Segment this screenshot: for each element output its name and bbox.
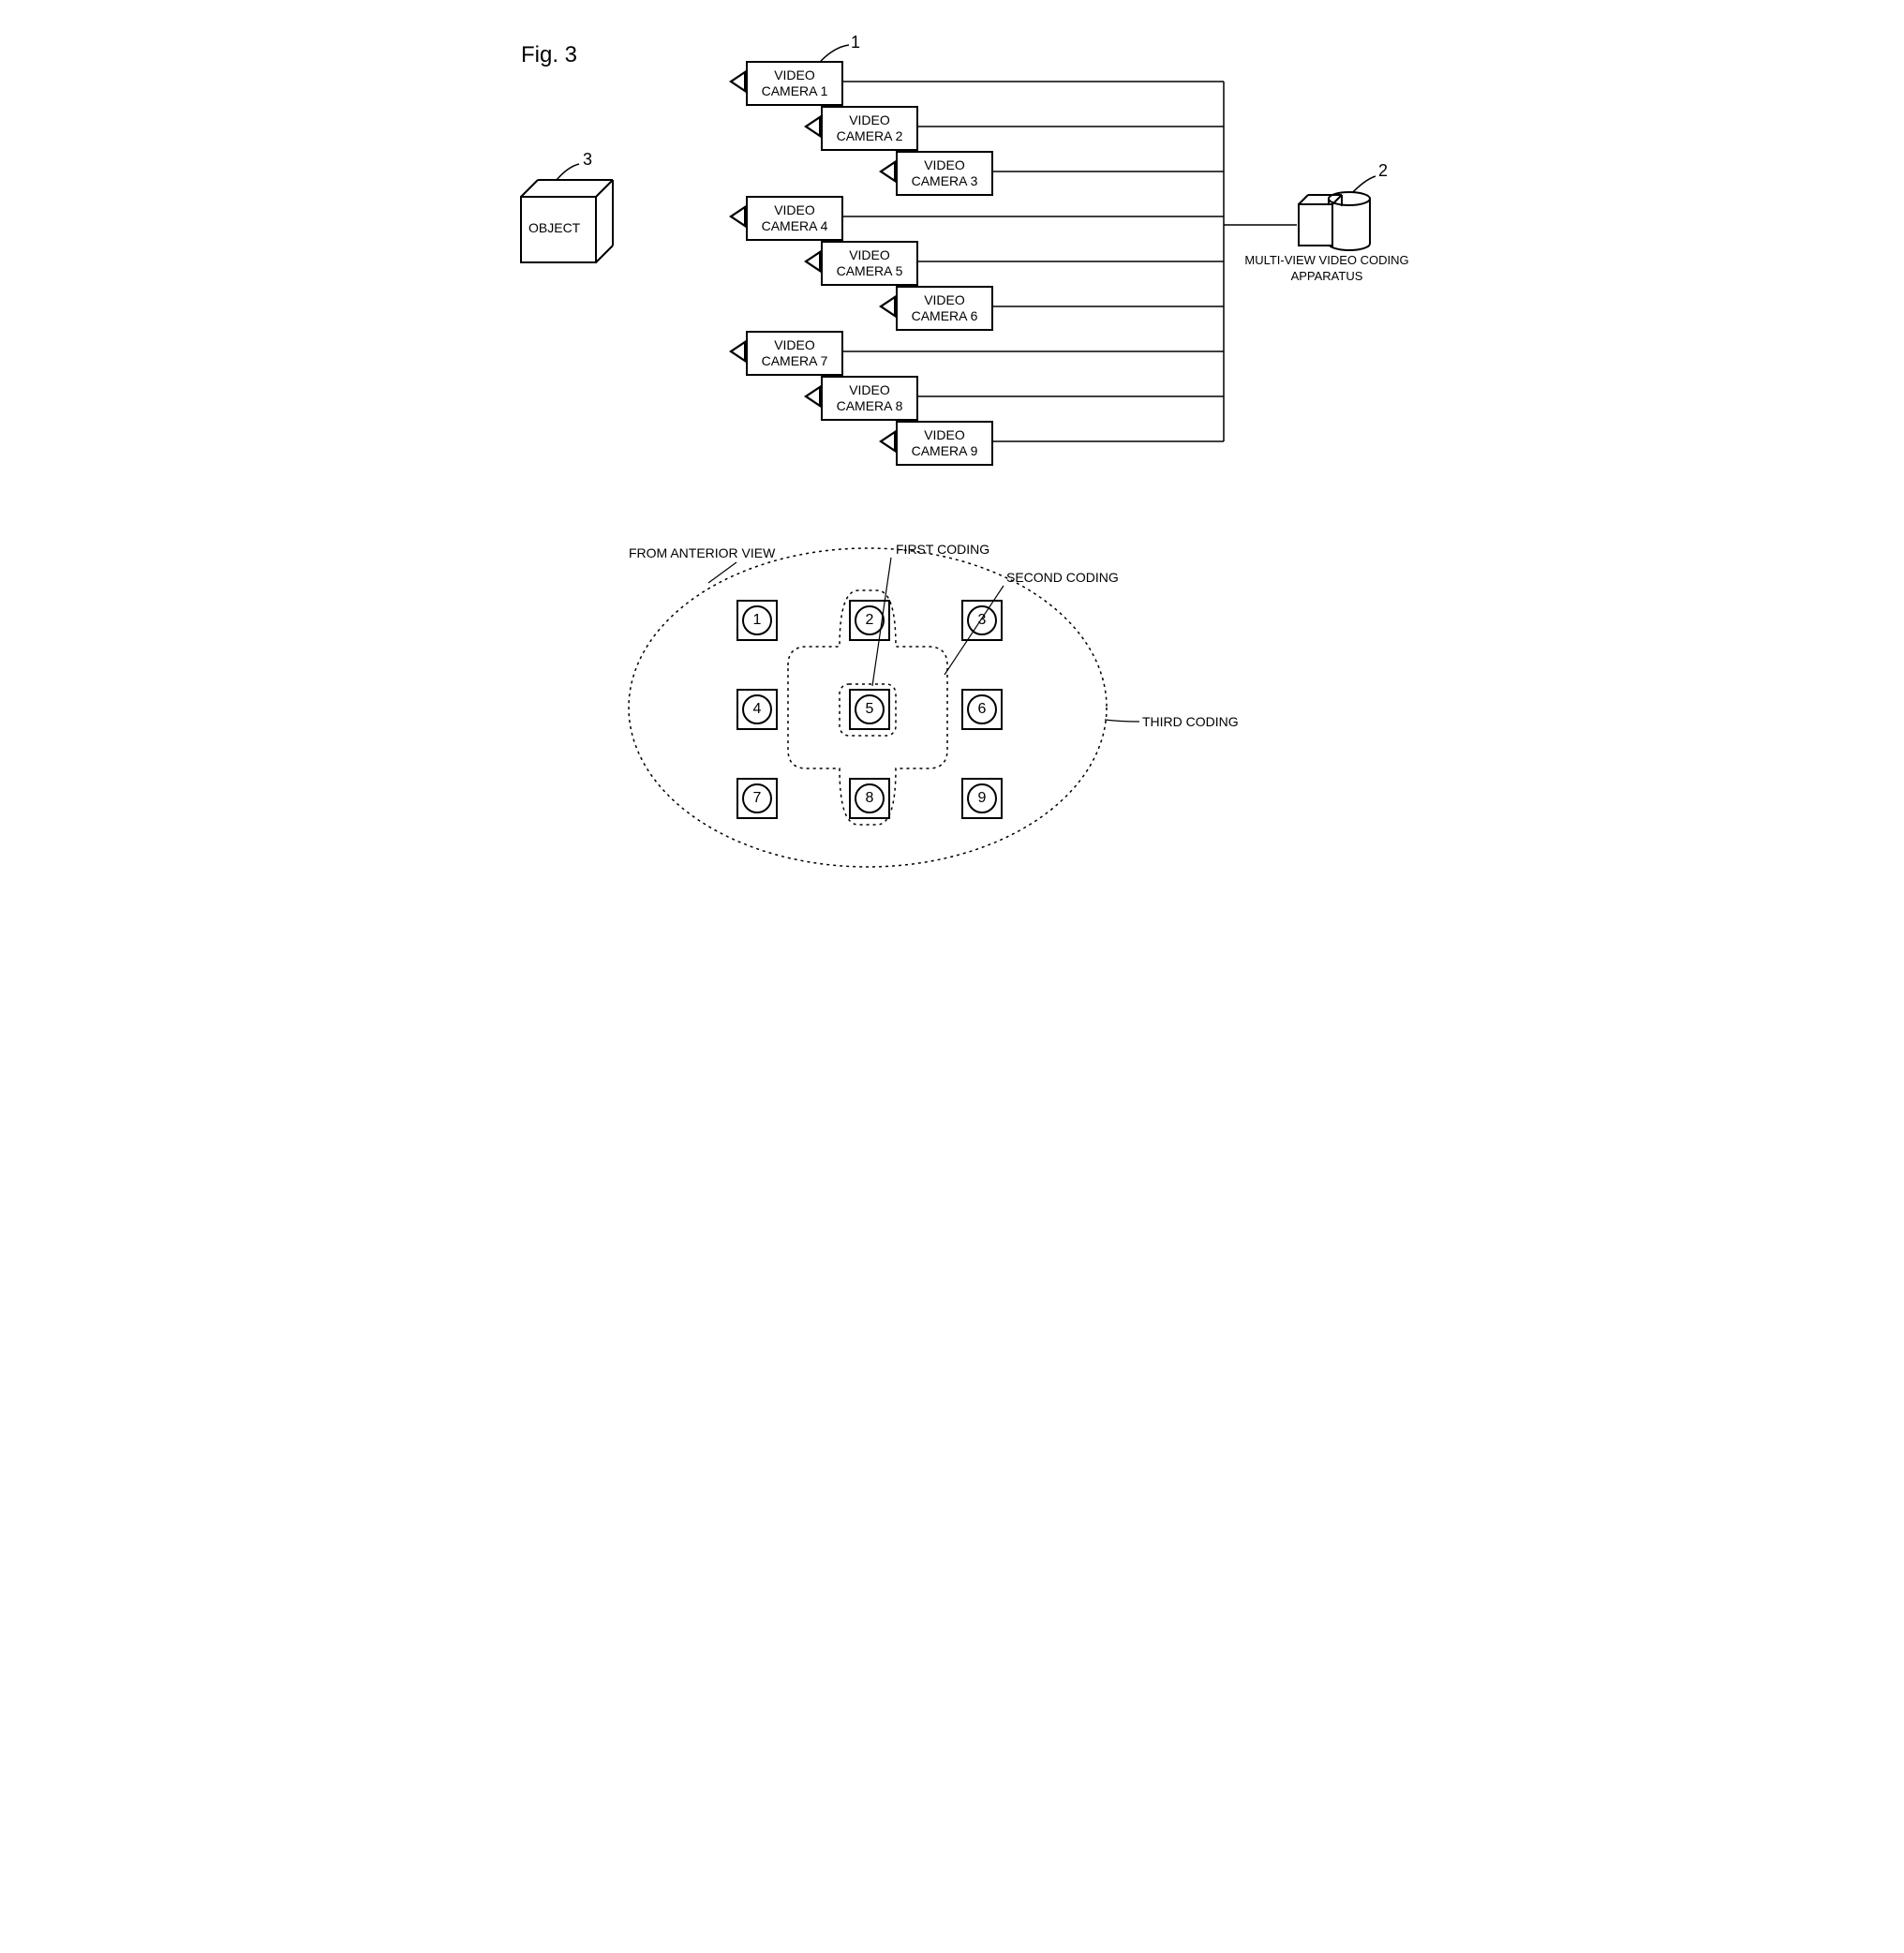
- camera-lens-icon: [804, 250, 821, 273]
- first-coding-label: FIRST CODING: [896, 542, 989, 557]
- grid-cam-1: 1: [736, 600, 778, 641]
- apparatus-label: MULTI-VIEW VIDEO CODING APPARATUS: [1233, 253, 1421, 285]
- camera-lens-icon: [804, 115, 821, 138]
- camera-9-box: VIDEO CAMERA 9: [896, 421, 993, 466]
- grid-cam-5: 5: [849, 689, 890, 730]
- anterior-view-label: FROM ANTERIOR VIEW: [629, 545, 775, 560]
- grid-cam-7: 7: [736, 778, 778, 819]
- camera-3-box: VIDEO CAMERA 3: [896, 151, 993, 196]
- grid-cam-2: 2: [849, 600, 890, 641]
- third-coding-label: THIRD CODING: [1142, 714, 1239, 729]
- camera-lens-icon: [804, 385, 821, 408]
- grid-num-4: 4: [742, 694, 772, 724]
- grid-num-8: 8: [855, 783, 885, 813]
- camera-lens-icon: [729, 340, 746, 363]
- camera-4-box: VIDEO CAMERA 4: [746, 196, 843, 241]
- grid-num-7: 7: [742, 783, 772, 813]
- camera-lens-icon: [879, 430, 896, 453]
- grid-num-1: 1: [742, 605, 772, 635]
- camera-7-box: VIDEO CAMERA 7: [746, 331, 843, 376]
- ref-label-3: 3: [583, 150, 592, 170]
- camera-5-box: VIDEO CAMERA 5: [821, 241, 918, 286]
- grid-cam-6: 6: [961, 689, 1003, 730]
- camera-1-box: VIDEO CAMERA 1: [746, 61, 843, 106]
- diagram-page: Fig. 3 1: [483, 19, 1421, 993]
- ref-label-1: 1: [851, 33, 860, 52]
- camera-lens-icon: [879, 295, 896, 318]
- camera-6-box: VIDEO CAMERA 6: [896, 286, 993, 331]
- grid-num-2: 2: [855, 605, 885, 635]
- camera-lens-icon: [729, 70, 746, 93]
- grid-cam-8: 8: [849, 778, 890, 819]
- grid-cam-9: 9: [961, 778, 1003, 819]
- ref-label-2: 2: [1378, 161, 1388, 181]
- camera-8-box: VIDEO CAMERA 8: [821, 376, 918, 421]
- grid-num-6: 6: [967, 694, 997, 724]
- camera-lens-icon: [729, 205, 746, 228]
- figure-label: Fig. 3: [521, 42, 577, 68]
- camera-2-box: VIDEO CAMERA 2: [821, 106, 918, 151]
- grid-num-9: 9: [967, 783, 997, 813]
- grid-cam-4: 4: [736, 689, 778, 730]
- grid-num-5: 5: [855, 694, 885, 724]
- object-label: OBJECT: [528, 220, 580, 235]
- second-coding-label: SECOND CODING: [1006, 570, 1119, 585]
- grid-num-3: 3: [967, 605, 997, 635]
- camera-lens-icon: [879, 160, 896, 183]
- grid-cam-3: 3: [961, 600, 1003, 641]
